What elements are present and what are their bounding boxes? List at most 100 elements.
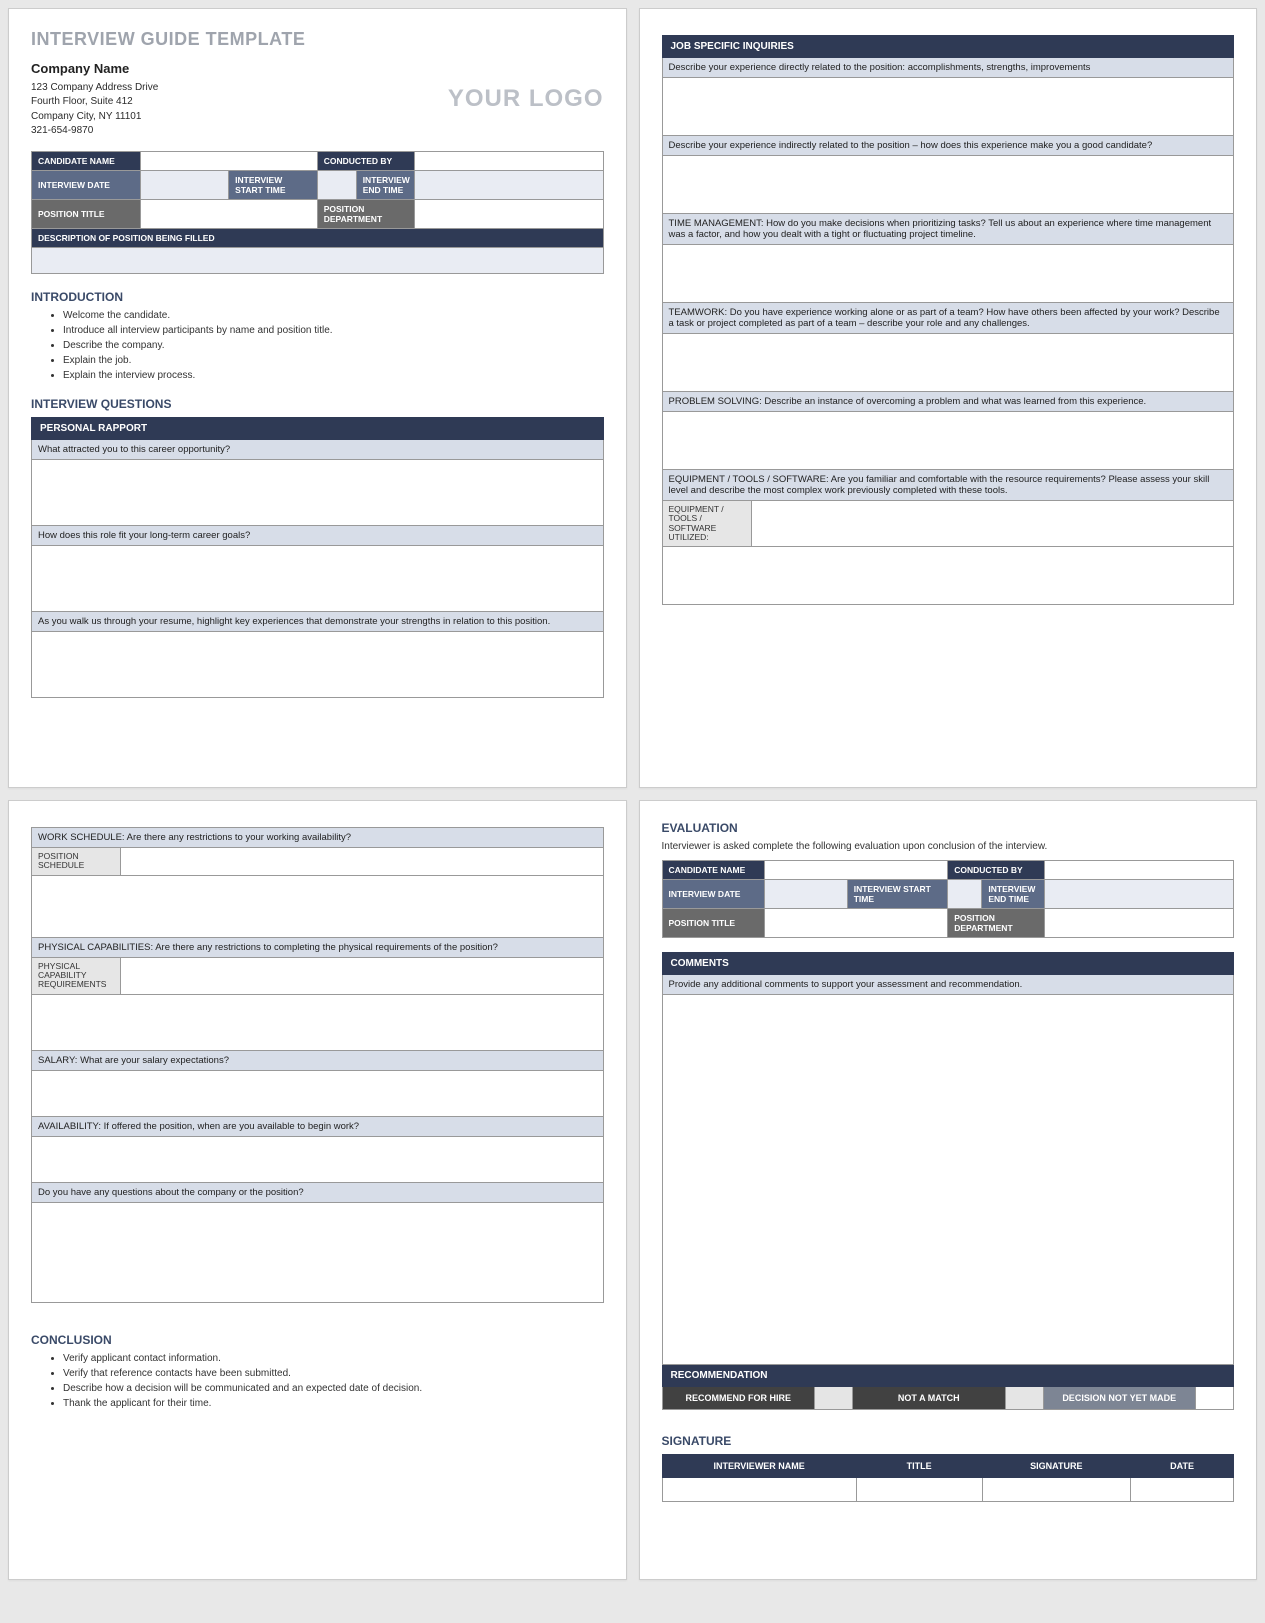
intro-item: Introduce all interview participants by … <box>63 325 604 336</box>
field-physical-req[interactable] <box>121 958 604 995</box>
page-2: JOB SPECIFIC INQUIRIES Describe your exp… <box>639 8 1258 788</box>
company-name: Company Name <box>31 60 158 79</box>
rapport-a2[interactable] <box>31 546 604 612</box>
conclusion-list: Verify applicant contact information. Ve… <box>31 1353 604 1409</box>
intro-item: Explain the job. <box>63 355 604 366</box>
q-availability: AVAILABILITY: If offered the position, w… <box>31 1117 604 1137</box>
a-salary[interactable] <box>31 1071 604 1117</box>
label-interview-date: INTERVIEW DATE <box>32 170 141 199</box>
heading-interview-questions: INTERVIEW QUESTIONS <box>31 397 604 411</box>
rapport-a3[interactable] <box>31 632 604 698</box>
field-position-title[interactable] <box>140 199 317 228</box>
label-physical-req: PHYSICAL CAPABILITY REQUIREMENTS <box>31 958 121 995</box>
intro-item: Describe the company. <box>63 340 604 351</box>
company-block: Company Name 123 Company Address Drive F… <box>31 60 158 139</box>
job-q5: PROBLEM SOLVING: Describe an instance of… <box>662 392 1235 412</box>
conclusion-item: Verify that reference contacts have been… <box>63 1368 604 1379</box>
eval-field-interview-end[interactable] <box>1045 880 1234 909</box>
sig-h-date: DATE <box>1131 1455 1234 1478</box>
bar-comments: COMMENTS <box>662 952 1235 975</box>
job-a5[interactable] <box>662 412 1235 470</box>
eval-field-position-dept[interactable] <box>1045 909 1234 938</box>
q-work-schedule: WORK SCHEDULE: Are there any restriction… <box>31 827 604 848</box>
label-position-schedule: POSITION SCHEDULE <box>31 848 121 876</box>
reco-notmatch-label: NOT A MATCH <box>852 1387 1005 1409</box>
sig-date-field[interactable] <box>1131 1478 1234 1502</box>
intro-item: Explain the interview process. <box>63 370 604 381</box>
field-conducted-by[interactable] <box>414 151 603 170</box>
eval-label-conducted-by: CONDUCTED BY <box>948 861 1045 880</box>
intro-item: Welcome the candidate. <box>63 310 604 321</box>
logo-placeholder: YOUR LOGO <box>448 85 604 113</box>
bar-recommendation: RECOMMENDATION <box>662 1365 1235 1387</box>
field-position-schedule[interactable] <box>121 848 604 876</box>
field-equip-utilized[interactable] <box>752 501 1235 547</box>
sig-signature-field[interactable] <box>982 1478 1131 1502</box>
company-addr1: 123 Company Address Drive <box>31 81 158 96</box>
evaluation-intro: Interviewer is asked complete the follow… <box>662 841 1235 852</box>
eval-label-interview-date: INTERVIEW DATE <box>662 880 765 909</box>
label-desc-position: DESCRIPTION OF POSITION BEING FILLED <box>32 228 604 247</box>
field-interview-start[interactable] <box>318 171 356 199</box>
a-work-schedule[interactable] <box>31 876 604 938</box>
reco-notmatch-box[interactable] <box>1005 1387 1043 1409</box>
field-candidate-name[interactable] <box>140 151 317 170</box>
signature-table: INTERVIEWER NAME TITLE SIGNATURE DATE <box>662 1454 1235 1502</box>
sig-h-title: TITLE <box>856 1455 982 1478</box>
field-position-dept[interactable] <box>414 199 603 228</box>
reco-notyet-label: DECISION NOT YET MADE <box>1043 1387 1196 1409</box>
eval-field-conducted-by[interactable] <box>1045 861 1234 880</box>
a-physical[interactable] <box>31 995 604 1051</box>
page-1: INTERVIEW GUIDE TEMPLATE Company Name 12… <box>8 8 627 788</box>
job-a3[interactable] <box>662 245 1235 303</box>
job-q4: TEAMWORK: Do you have experience working… <box>662 303 1235 334</box>
field-desc-position[interactable] <box>32 247 604 273</box>
rapport-a1[interactable] <box>31 460 604 526</box>
page-3: WORK SCHEDULE: Are there any restriction… <box>8 800 627 1580</box>
job-q3: TIME MANAGEMENT: How do you make decisio… <box>662 214 1235 245</box>
company-addr2: Fourth Floor, Suite 412 <box>31 95 158 110</box>
job-q1: Describe your experience directly relate… <box>662 58 1235 78</box>
field-interview-end[interactable] <box>414 170 603 199</box>
comments-field[interactable] <box>662 995 1235 1365</box>
job-q6: EQUIPMENT / TOOLS / SOFTWARE: Are you fa… <box>662 470 1235 501</box>
heading-introduction: INTRODUCTION <box>31 290 604 304</box>
job-a6[interactable] <box>662 547 1235 605</box>
job-a1[interactable] <box>662 78 1235 136</box>
a-any-questions[interactable] <box>31 1203 604 1303</box>
job-q2: Describe your experience indirectly rela… <box>662 136 1235 156</box>
company-city: Company City, NY 11101 <box>31 110 158 125</box>
evaluation-info-table: CANDIDATE NAME CONDUCTED BY INTERVIEW DA… <box>662 860 1235 938</box>
reco-recommend-box[interactable] <box>814 1387 852 1409</box>
conclusion-item: Verify applicant contact information. <box>63 1353 604 1364</box>
eval-field-position-title[interactable] <box>765 909 948 938</box>
sig-h-name: INTERVIEWER NAME <box>662 1455 856 1478</box>
eval-field-candidate-name[interactable] <box>765 861 948 880</box>
rapport-q1: What attracted you to this career opport… <box>31 440 604 460</box>
bar-job-specific: JOB SPECIFIC INQUIRIES <box>662 35 1235 58</box>
doc-title: INTERVIEW GUIDE TEMPLATE <box>31 29 604 50</box>
eval-label-interview-end: INTERVIEW END TIME <box>982 880 1045 908</box>
sig-title-field[interactable] <box>856 1478 982 1502</box>
reco-notyet-box[interactable] <box>1195 1387 1233 1409</box>
eval-field-interview-date[interactable] <box>765 880 847 908</box>
page-4: EVALUATION Interviewer is asked complete… <box>639 800 1258 1580</box>
sig-name-field[interactable] <box>662 1478 856 1502</box>
label-interview-start: INTERVIEW START TIME <box>229 171 317 199</box>
a-availability[interactable] <box>31 1137 604 1183</box>
heading-evaluation: EVALUATION <box>662 821 1235 835</box>
conclusion-item: Thank the applicant for their time. <box>63 1398 604 1409</box>
heading-conclusion: CONCLUSION <box>31 1333 604 1347</box>
rapport-q2: How does this role fit your long-term ca… <box>31 526 604 546</box>
label-conducted-by: CONDUCTED BY <box>317 151 414 170</box>
job-a2[interactable] <box>662 156 1235 214</box>
job-a4[interactable] <box>662 334 1235 392</box>
q-salary: SALARY: What are your salary expectation… <box>31 1051 604 1071</box>
eval-field-interview-start[interactable] <box>948 880 982 908</box>
reco-recommend-label: RECOMMEND FOR HIRE <box>663 1387 815 1409</box>
field-interview-date[interactable] <box>141 171 229 199</box>
label-interview-end: INTERVIEW END TIME <box>356 171 414 199</box>
heading-signature: SIGNATURE <box>662 1434 1235 1448</box>
introduction-list: Welcome the candidate. Introduce all int… <box>31 310 604 381</box>
candidate-info-table: CANDIDATE NAME CONDUCTED BY INTERVIEW DA… <box>31 151 604 274</box>
